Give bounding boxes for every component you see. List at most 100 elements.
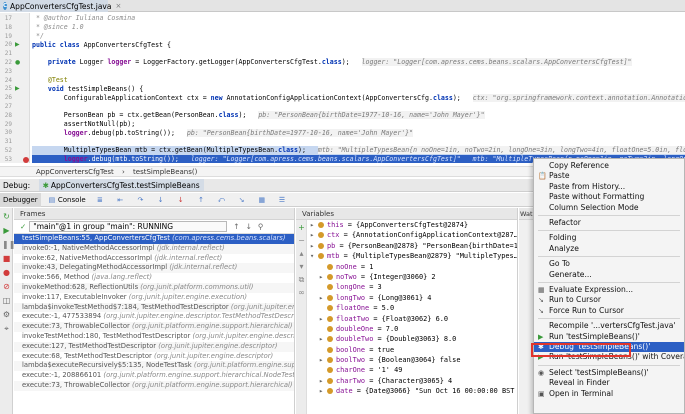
menu-item[interactable]: Paste without Formatting — [534, 192, 684, 202]
stack-frame-item[interactable]: execute:73, ThrowableCollector (org.juni… — [14, 380, 294, 391]
move-up-icon[interactable]: ▴ — [297, 249, 306, 258]
step-over-button[interactable]: ↷ — [131, 193, 149, 207]
stack-frame-item[interactable]: invoke0:-1, NativeMethodAccessorImpl (jd… — [14, 243, 294, 254]
code-line[interactable]: PersonBean pb = ctx.getBean(PersonBean.c… — [32, 111, 685, 120]
stack-frame-item[interactable]: testSimpleBeans:55, AppConvertersCfgTest… — [14, 234, 294, 244]
menu-item[interactable]: Column Selection Mode — [534, 203, 684, 213]
variable-row[interactable]: ▸ date = {Date@3066} "Sun Oct 16 00:00:00… — [308, 386, 517, 396]
drop-frame-button[interactable]: ⤺ — [212, 193, 230, 207]
stack-frame-item[interactable]: execute:-1, 477533894 (org.junit.jupiter… — [14, 312, 294, 322]
expand-arrow-icon[interactable]: ▸ — [319, 272, 327, 282]
run-test-class-icon[interactable]: ▶ — [15, 41, 20, 48]
code-line[interactable] — [32, 50, 685, 59]
thread-dropdown[interactable]: "main"@1 in group "main": RUNNING — [29, 221, 228, 232]
breadcrumb-method[interactable]: testSimpleBeans() — [133, 168, 197, 176]
step-out-button[interactable]: ↑ — [192, 193, 210, 207]
code-line[interactable]: * @author Iuliana Cosmina — [32, 14, 685, 23]
menu-item[interactable]: Paste from History... — [534, 182, 684, 192]
code-line[interactable]: * @since 1.0 — [32, 23, 685, 32]
menu-item[interactable]: ↘ Run to Cursor — [534, 295, 684, 305]
variable-row[interactable]: ▸ boolTwo = {Boolean@3064} false — [308, 355, 517, 365]
stack-frame-item[interactable]: invokeTestMethod:180, TestMethodTestDesc… — [14, 332, 294, 342]
variable-row[interactable]: ▸ longTwo = {Long@3061} 4 — [308, 293, 517, 303]
code-area[interactable]: * @author Iuliana Cosmina * @since 1.0 *… — [32, 13, 685, 163]
menu-item[interactable]: Generate... — [534, 270, 684, 280]
stack-frame-item[interactable]: invoke:43, DelegatingMethodAccessorImpl … — [14, 263, 294, 274]
code-editor[interactable]: 17 18 19 20 21 22 23 24 25 26 27 28 29 30 31 52 53 ▶ ● ▶ * … — [0, 13, 685, 163]
variable-row[interactable]: charOne = '1' 49 — [308, 365, 517, 375]
menu-item[interactable]: 📋 Paste — [534, 171, 684, 181]
step-into-button[interactable]: ↓ — [152, 193, 170, 207]
variable-row[interactable]: ▸ this = {AppConvertersCfgTest@2874} — [308, 220, 517, 230]
remove-watch-icon[interactable]: − — [297, 236, 306, 245]
code-line[interactable]: ConfigurableApplicationContext ctx = new… — [32, 93, 685, 103]
variable-row[interactable]: longOne = 3 — [308, 282, 517, 292]
expand-arrow-icon[interactable]: ▸ — [319, 355, 327, 365]
menu-item[interactable]: Go To — [534, 259, 684, 269]
code-line[interactable]: assertNotNull(pb); — [32, 120, 685, 129]
variable-row[interactable]: ▸ floatTwo = {Float@3062} 6.0 — [308, 314, 517, 324]
evaluate-button[interactable]: ▦ — [253, 193, 271, 207]
menu-item[interactable]: ↘ Force Run to Cursor — [534, 306, 684, 316]
menu-item[interactable]: ▦ Evaluate Expression... — [534, 285, 684, 295]
breakpoint-icon[interactable] — [23, 157, 29, 163]
settings-icon[interactable]: ⚙ — [2, 310, 11, 319]
variable-row[interactable]: ▸ ctx = {AnnotationConfigApplicationConte… — [308, 230, 517, 240]
code-line[interactable] — [32, 102, 685, 111]
variable-row[interactable]: doubleOne = 7.0 — [308, 324, 517, 334]
variable-row[interactable]: ▾ mtb = {MultipleTypesBean@2879} "Multipl… — [308, 251, 517, 261]
variable-row[interactable]: boolOne = true — [308, 345, 517, 355]
expand-arrow-icon[interactable]: ▸ — [310, 220, 318, 230]
code-line[interactable]: private Logger logger = LoggerFactory.ge… — [32, 58, 685, 67]
trace-button[interactable]: ☰ — [273, 193, 291, 207]
up-arrow-icon[interactable]: ↑ — [233, 222, 239, 231]
expand-arrow-icon[interactable]: ▸ — [319, 386, 327, 396]
stack-frame-item[interactable]: execute:-1, 208866101 (org.junit.platfor… — [14, 371, 294, 381]
variable-row[interactable]: ▸ noTwo = {Integer@3060} 2 — [308, 272, 517, 282]
implemented-icon[interactable]: ● — [15, 59, 20, 66]
breadcrumb-class[interactable]: AppConvertersCfgTest — [36, 168, 114, 176]
editor-gutter[interactable]: 17 18 19 20 21 22 23 24 25 26 27 28 29 30 31 52 53 ▶ ● ▶ — [0, 13, 30, 163]
menu-item[interactable]: Refactor — [534, 218, 684, 228]
debugger-tab[interactable]: Debugger — [0, 193, 41, 207]
menu-item[interactable]: Folding — [534, 233, 684, 243]
code-line[interactable]: logger.debug(pb.toString()); pb: "Person… — [32, 128, 685, 138]
down-arrow-icon[interactable]: ↓ — [246, 222, 252, 231]
editor-tab[interactable]: C AppConvertersCfgTest.java × — [0, 0, 121, 12]
run-test-method-icon[interactable]: ▶ — [15, 85, 20, 92]
glasses-icon[interactable]: ∞ — [297, 288, 306, 297]
menu-item[interactable]: ▣ Open in Terminal — [534, 389, 684, 399]
expand-arrow-icon[interactable]: ▸ — [310, 241, 318, 251]
stack-frame-item[interactable]: invoke:117, ExecutableInvoker (org.junit… — [14, 293, 294, 303]
code-line[interactable]: void testSimpleBeans() { — [32, 85, 685, 94]
view-breakpoints-icon[interactable]: ● — [2, 268, 11, 277]
code-line[interactable] — [32, 67, 685, 76]
move-down-icon[interactable]: ▾ — [297, 262, 306, 271]
mute-breakpoints-icon[interactable]: ⊘ — [2, 282, 11, 291]
stack-frame-item[interactable]: invoke:62, NativeMethodAccessorImpl (jdk… — [14, 254, 294, 264]
stack-frame-item[interactable]: execute:127, TestMethodTestDescriptor (o… — [14, 341, 294, 352]
expand-arrow-icon[interactable]: ▸ — [310, 230, 318, 240]
pause-icon[interactable]: ❚❚ — [2, 240, 15, 249]
show-execution-point-button[interactable]: ⇤ — [111, 193, 129, 207]
expand-arrow-icon[interactable]: ▸ — [319, 314, 327, 324]
variable-row[interactable]: noOne = 1 — [308, 262, 517, 272]
layout-button[interactable]: ≣ — [91, 193, 109, 207]
menu-item[interactable]: ◉ Select 'testSimpleBeans()' — [534, 368, 684, 378]
menu-item[interactable]: Analyze — [534, 244, 684, 254]
code-line[interactable]: MultipleTypesBean mtb = ctx.getBean(Mult… — [32, 146, 685, 156]
code-line[interactable]: public class AppConvertersCfgTest { — [32, 41, 685, 50]
variable-row[interactable]: ▸ charTwo = {Character@3065} 4 — [308, 376, 517, 386]
code-line[interactable]: */ — [32, 32, 685, 41]
close-icon[interactable]: × — [115, 2, 121, 10]
expand-arrow-icon[interactable]: ▸ — [319, 334, 327, 344]
menu-item[interactable]: Recompile '...vertersCfgTest.java' — [534, 321, 684, 331]
menu-item[interactable]: Copy Reference — [534, 161, 684, 171]
expand-arrow-icon[interactable]: ▸ — [319, 376, 327, 386]
pin-icon[interactable]: ⌖ — [2, 324, 11, 333]
add-watch-icon[interactable]: + — [297, 223, 306, 232]
stack-frame-item[interactable]: invoke:566, Method (java.lang.reflect) — [14, 273, 294, 283]
menu-item[interactable]: ▶ Run 'testSimpleBeans()' — [534, 332, 684, 342]
copy-icon[interactable]: ⧉ — [297, 275, 306, 285]
variable-row[interactable]: ▸ doubleTwo = {Double@3063} 8.0 — [308, 334, 517, 344]
